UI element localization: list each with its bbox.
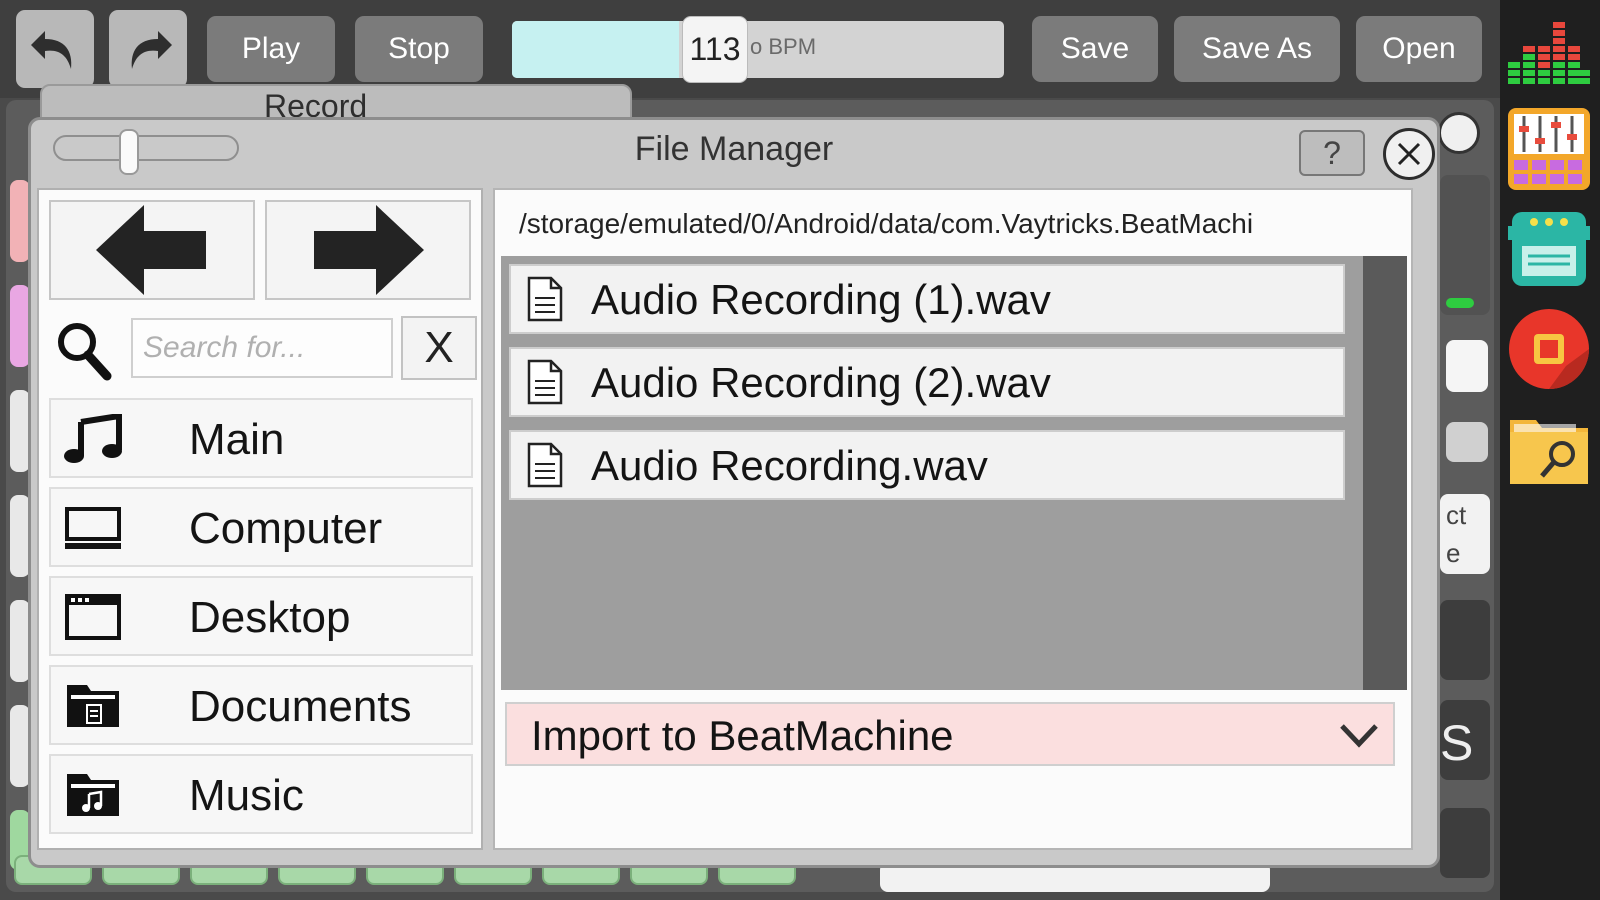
bg-green-indicator [1446, 298, 1474, 308]
file-item[interactable]: Audio Recording.wav [509, 430, 1345, 500]
bg-card-text-1: ct [1446, 500, 1467, 530]
bg-card-text-2: e [1446, 538, 1461, 568]
place-label: Main [189, 415, 285, 464]
file-item[interactable]: Audio Recording (2).wav [509, 347, 1345, 417]
file-name: Audio Recording (1).wav [591, 276, 1051, 323]
file-list: Audio Recording (1).wav Audio Recording … [501, 256, 1407, 690]
place-main[interactable]: Main [49, 398, 473, 478]
save-as-button[interactable]: Save As [1174, 16, 1340, 82]
undo-icon [31, 31, 72, 69]
places-pane: X Main Computer [37, 188, 483, 850]
bpm-slider-handle[interactable]: 113 [682, 16, 748, 83]
search-clear-button[interactable]: X [401, 316, 477, 380]
file-icon [527, 359, 563, 405]
search-icon [58, 323, 112, 381]
places-list: Main Computer Desktop Documents Music [49, 398, 473, 843]
bg-light-card [1446, 422, 1488, 462]
import-action-label: Import to BeatMachine [531, 712, 954, 759]
undo-button[interactable] [16, 10, 94, 88]
music-folder-icon [67, 774, 119, 816]
file-browser-icon[interactable] [1506, 406, 1592, 492]
search-input[interactable] [131, 318, 393, 378]
close-icon [1397, 142, 1421, 166]
track-strip-grey-3 [10, 600, 30, 682]
save-button[interactable]: Save [1032, 16, 1158, 82]
close-button[interactable] [1383, 128, 1435, 180]
redo-icon [131, 31, 172, 69]
track-strip-pink [10, 285, 30, 367]
place-label: Desktop [189, 593, 351, 642]
track-strip-grey-2 [10, 495, 30, 577]
place-computer[interactable]: Computer [49, 487, 473, 567]
music-note-icon [64, 414, 122, 463]
file-item[interactable]: Audio Recording (1).wav [509, 264, 1345, 334]
desktop-icon [65, 594, 121, 640]
arrow-right-icon [314, 205, 424, 295]
redo-button[interactable] [109, 10, 187, 88]
arrow-left-icon [96, 205, 206, 295]
place-label: Documents [189, 682, 412, 731]
bpm-slider-fill [512, 21, 680, 78]
place-music[interactable]: Music [49, 754, 473, 834]
back-button[interactable] [49, 200, 255, 300]
equalizer-icon[interactable] [1506, 8, 1592, 94]
search-row: X [39, 312, 481, 382]
track-strip-grey-1 [10, 390, 30, 472]
dialog-title: File Manager [634, 130, 834, 168]
files-pane: /storage/emulated/0/Android/data/com.Vay… [493, 188, 1413, 850]
file-manager-dialog: File Manager ? X M [28, 117, 1440, 868]
bg-card-letter: S [1440, 715, 1474, 771]
track-strip-red [10, 180, 30, 262]
bg-panel-card-1 [1440, 175, 1490, 315]
stop-button[interactable]: Stop [355, 16, 483, 82]
file-name: Audio Recording.wav [591, 442, 988, 489]
computer-icon [65, 507, 121, 549]
bg-dark-card-1 [1440, 600, 1490, 680]
current-path: /storage/emulated/0/Android/data/com.Vay… [519, 208, 1254, 239]
record-icon[interactable] [1506, 306, 1592, 392]
place-label: Computer [189, 504, 383, 553]
file-name: Audio Recording (2).wav [591, 359, 1051, 406]
play-button[interactable]: Play [207, 16, 335, 82]
file-list-scrollbar[interactable] [1363, 256, 1407, 690]
bg-dark-card-3 [1440, 808, 1490, 878]
place-desktop[interactable]: Desktop [49, 576, 473, 656]
file-icon [527, 276, 563, 322]
forward-button[interactable] [265, 200, 471, 300]
import-action-dropdown[interactable]: Import to BeatMachine [505, 702, 1395, 766]
help-button[interactable]: ? [1299, 130, 1365, 176]
bpm-unit-label: o BPM [750, 34, 817, 59]
place-documents[interactable]: Documents [49, 665, 473, 745]
mixer-icon[interactable] [1506, 106, 1592, 192]
bg-white-card [1446, 340, 1488, 392]
documents-folder-icon [67, 685, 119, 727]
place-label: Music [189, 771, 304, 820]
bg-close-button[interactable] [1438, 112, 1480, 154]
chevron-down-icon [1340, 724, 1378, 748]
track-strip-grey-4 [10, 705, 30, 787]
open-button[interactable]: Open [1356, 16, 1482, 82]
sequencer-icon[interactable] [1506, 206, 1592, 292]
file-icon [527, 442, 563, 488]
